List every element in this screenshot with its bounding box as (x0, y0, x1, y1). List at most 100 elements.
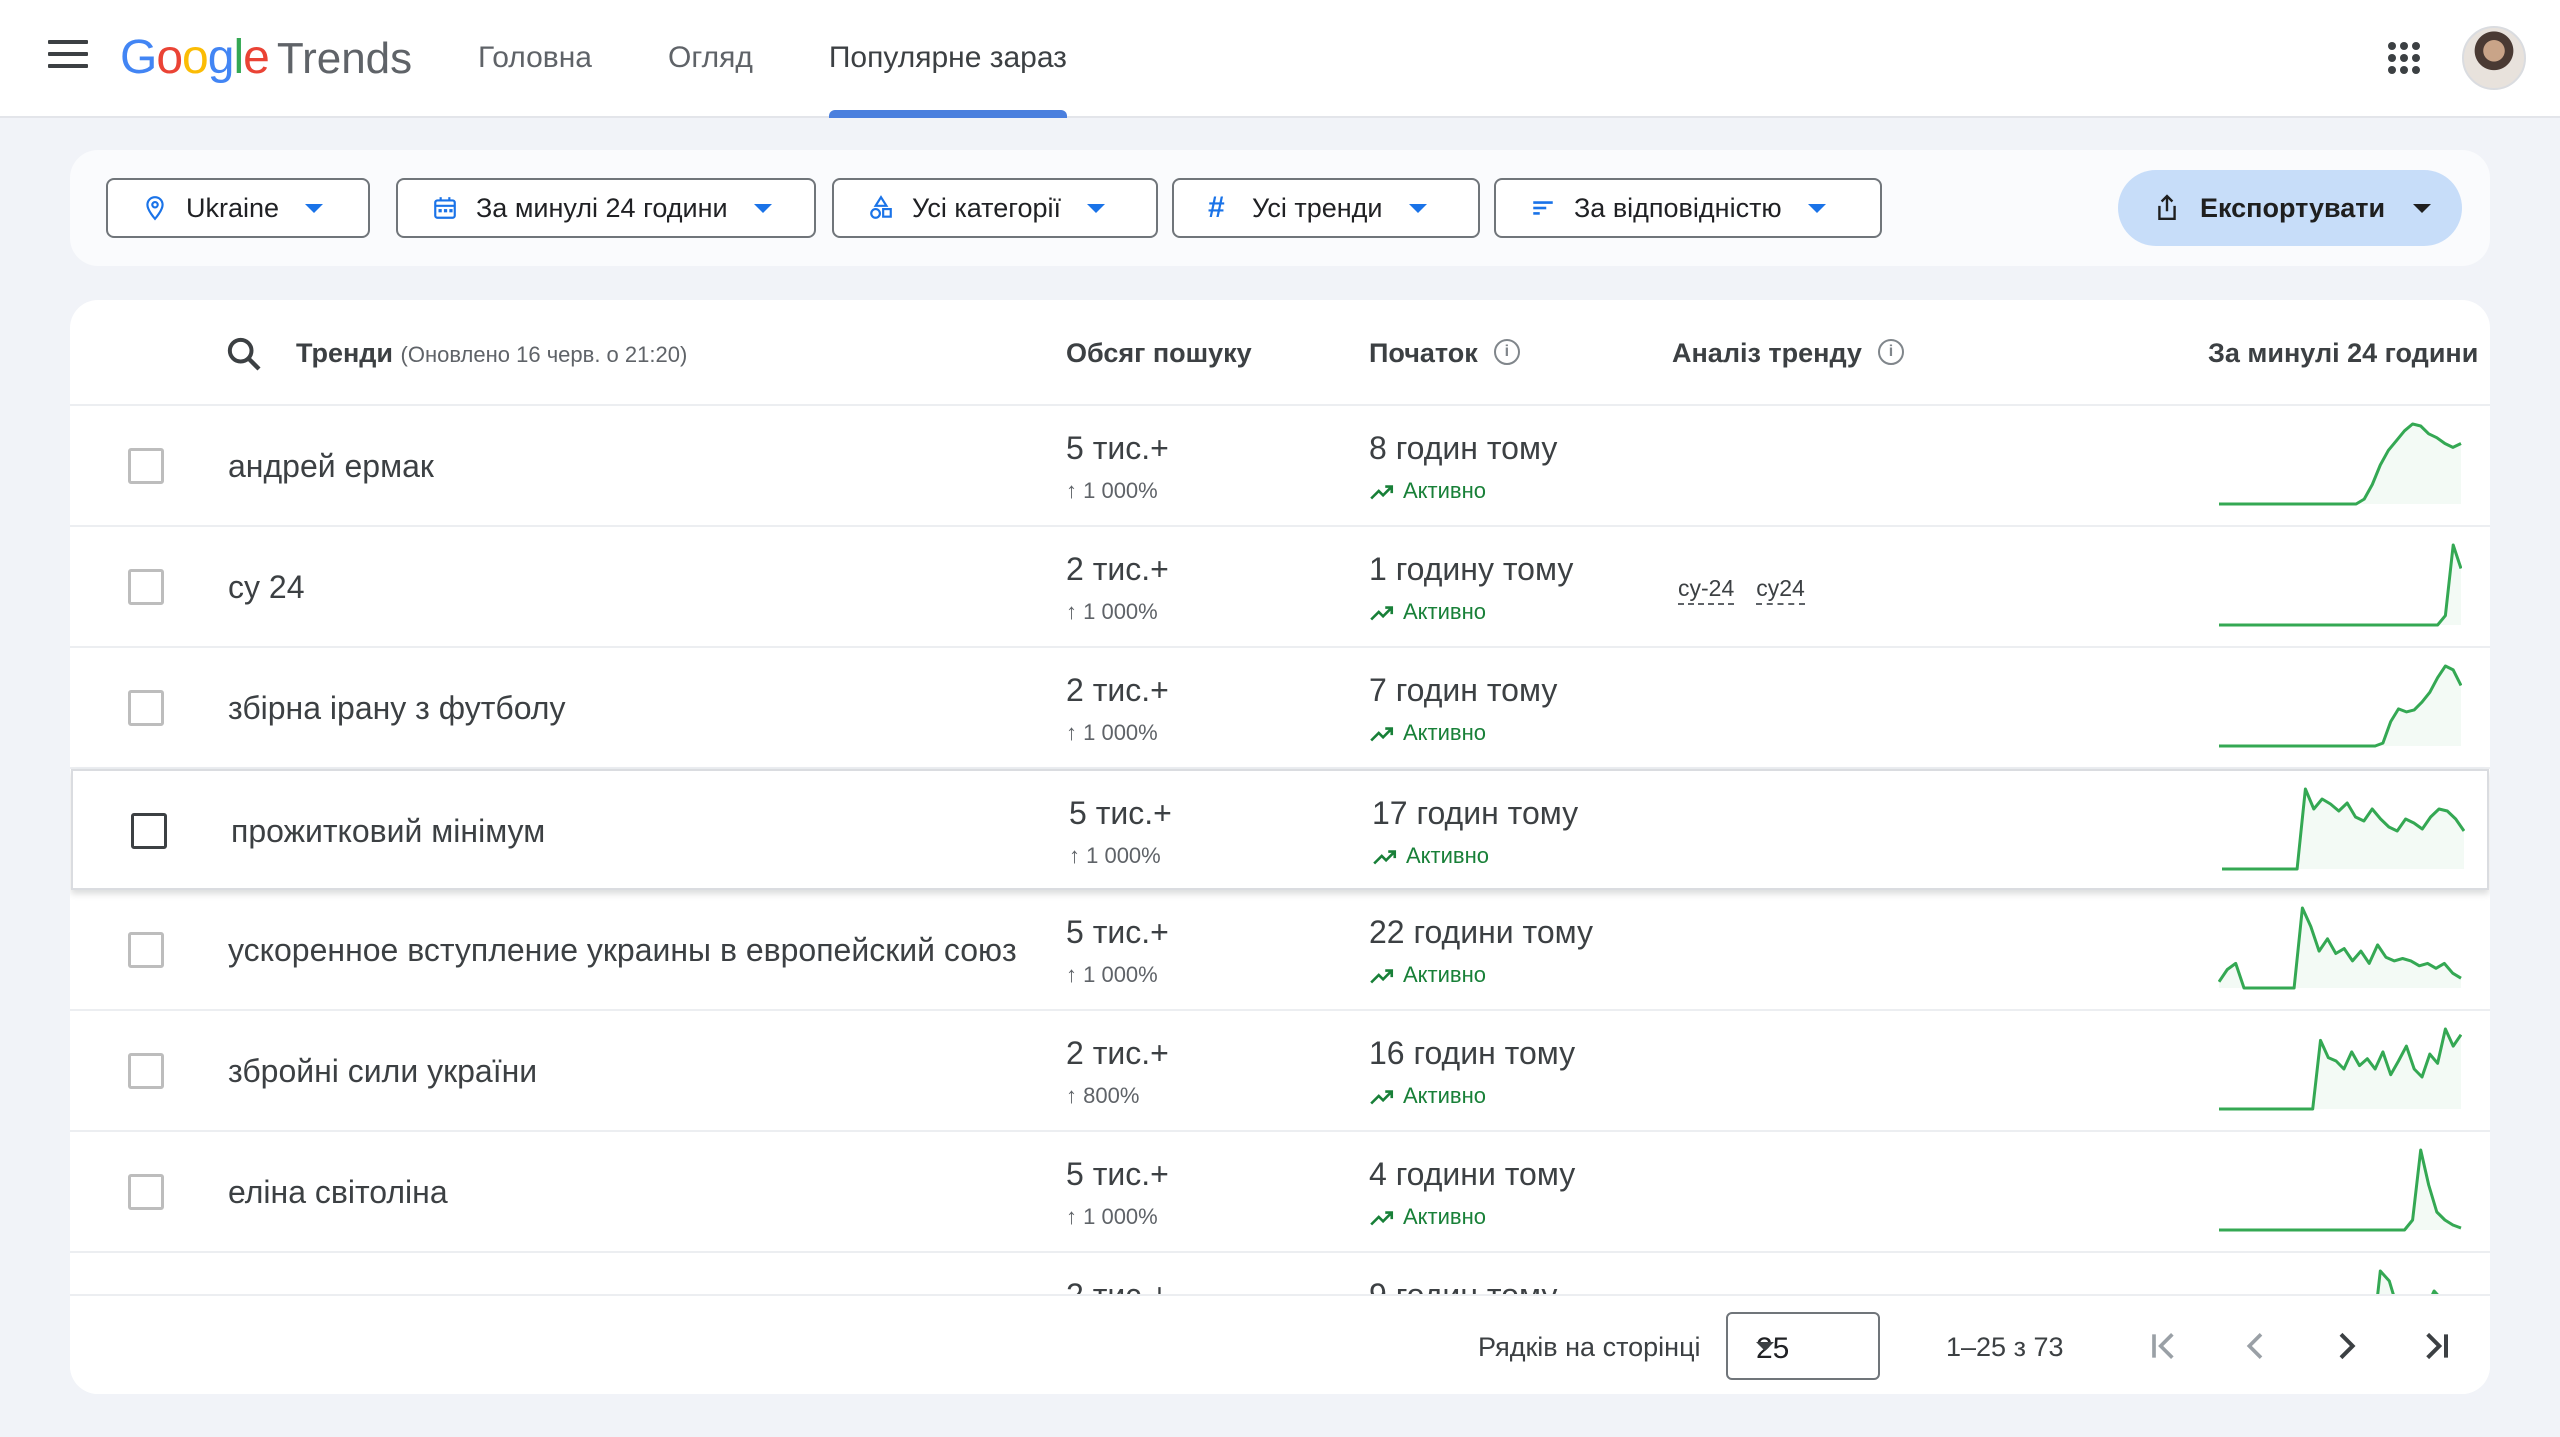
sort-filter-button[interactable]: За відповідністю (1494, 178, 1882, 238)
breakdown-chip[interactable]: су-24 (1678, 575, 1735, 605)
info-icon[interactable]: i (1493, 338, 1520, 365)
chevron-down-icon (2413, 203, 2432, 213)
first-page-icon[interactable] (2144, 1326, 2184, 1366)
chevron-down-icon (1807, 203, 1826, 213)
volume-change: ↑ 1 000% (1066, 962, 1158, 987)
sort-icon (1530, 194, 1556, 222)
rows-per-page-select[interactable]: 25 (1726, 1312, 1880, 1380)
started-time: 16 годин тому (1369, 1035, 1576, 1071)
status-label: Активно (1403, 1204, 1486, 1229)
sparkline-area (2219, 545, 2461, 625)
started-time: 9 годин тому (1369, 1277, 1557, 1294)
nav-tab[interactable]: Головна (440, 0, 630, 118)
chevron-down-icon (1756, 1342, 1774, 1351)
next-page-icon[interactable] (2326, 1326, 2366, 1366)
pagination-bar: Рядків на сторінці 25 1–25 з 73 (70, 1294, 2490, 1394)
trend-sparkline (2219, 1027, 2462, 1111)
google-trends-logo[interactable]: Google Trends (120, 26, 412, 90)
volume-change: ↑ 1 000% (1066, 478, 1158, 503)
time-range-filter-button[interactable]: За минулі 24 години (396, 178, 816, 238)
sparkline-area (2222, 789, 2464, 869)
export-button-label: Експортувати (2200, 192, 2386, 223)
hamburger-menu-icon[interactable] (48, 40, 88, 76)
chevron-down-icon (305, 203, 324, 213)
row-checkbox[interactable] (128, 932, 164, 968)
row-checkbox[interactable] (131, 813, 167, 849)
breakdown-chip[interactable]: су24 (1756, 575, 1805, 605)
status-badge: Активно (1369, 478, 1486, 504)
column-header-sparkline: За минулі 24 години (2208, 338, 2479, 368)
share-export-icon (2154, 193, 2180, 223)
export-button[interactable]: Експортувати (2118, 170, 2462, 246)
table-row[interactable]: еліна світоліна 5 тис.+ ↑ 1 000% 4 години т… (70, 1132, 2490, 1253)
sparkline-area (2377, 1271, 2437, 1294)
category-filter-label: Усі категорії (912, 192, 1062, 223)
row-checkbox[interactable] (128, 1053, 164, 1089)
nav-tab[interactable]: Популярне зараз (791, 0, 1105, 118)
volume-change: ↑ 1 000% (1066, 720, 1158, 745)
volume-change: ↑ 1 000% (1069, 843, 1161, 868)
trend-sparkline (2219, 422, 2462, 506)
trend-title[interactable]: прожитковий мінімум (231, 813, 545, 850)
row-checkbox[interactable] (128, 569, 164, 605)
started-time: 1 годину тому (1369, 551, 1574, 587)
started-time: 22 години тому (1369, 914, 1593, 950)
table-row[interactable]: збірна ірану з футболу 2 тис.+ ↑ 1 000% 7 г… (70, 648, 2490, 769)
trending-up-icon (1370, 1211, 1394, 1226)
previous-page-icon[interactable] (2236, 1326, 2276, 1366)
sparkline-line (2376, 1269, 2439, 1294)
table-row[interactable]: андрей ермак 5 тис.+ ↑ 1 000% 8 годин тому А… (70, 406, 2490, 527)
trend-title[interactable]: андрей ермак (228, 448, 434, 485)
location-filter-button[interactable]: Ukraine (106, 178, 370, 238)
last-page-icon[interactable] (2416, 1326, 2456, 1366)
status-badge: Активно (1369, 1083, 1486, 1109)
search-volume: 5 тис.+ (1069, 795, 1172, 831)
category-shapes-icon (868, 194, 894, 222)
trend-title[interactable]: еліна світоліна (228, 1174, 448, 1211)
table-row[interactable]: су 24 2 тис.+ ↑ 1 000% 1 годину тому Активно… (70, 527, 2490, 648)
nav-tab[interactable]: Огляд (630, 0, 791, 118)
row-checkbox[interactable] (128, 690, 164, 726)
table-header: Тренди (Оновлено 16 черв. о 21:20) Обсяг… (70, 300, 2490, 406)
trend-breakdown-chips: су-24 су24 (1678, 575, 1805, 605)
trend-type-filter-button[interactable]: # Усі тренди (1172, 178, 1480, 238)
trend-sparkline (2219, 1148, 2462, 1232)
table-row[interactable]: прожитковий мінімум 5 тис.+ ↑ 1 000% 17 год… (71, 769, 2489, 890)
row-checkbox[interactable] (128, 448, 164, 484)
trending-up-icon (1370, 606, 1394, 621)
chevron-down-icon (1408, 203, 1427, 213)
google-apps-icon[interactable] (2388, 42, 2420, 74)
location-pin-icon (142, 194, 168, 222)
updated-timestamp: (Оновлено 16 черв. о 21:20) (400, 342, 688, 367)
column-header-started[interactable]: Початок i (1369, 338, 1520, 369)
trend-title[interactable]: су 24 (228, 569, 304, 606)
sort-filter-label: За відповідністю (1574, 192, 1782, 223)
rows-per-page-label: Рядків на сторінці (1478, 1332, 1701, 1362)
trend-title[interactable]: збройні сили україни (228, 1053, 537, 1090)
row-checkbox[interactable] (128, 1174, 164, 1210)
sparkline-area (2219, 666, 2461, 746)
table-row[interactable]: ускоренное вступление украины в европейс… (70, 890, 2490, 1011)
trend-title[interactable]: збірна ірану з футболу (228, 690, 565, 727)
table-row[interactable]: 2 тис.+ 9 годин тому (70, 1253, 2490, 1294)
time-range-filter-label: За минулі 24 години (476, 192, 728, 223)
started-time: 7 годин тому (1369, 672, 1558, 708)
status-badge: Активно (1369, 1204, 1486, 1230)
trends-table-card: Тренди (Оновлено 16 черв. о 21:20) Обсяг… (70, 300, 2490, 1394)
started-time: 4 години тому (1369, 1156, 1576, 1192)
sparkline-area (2219, 424, 2461, 504)
info-icon[interactable]: i (1877, 338, 1904, 365)
search-volume: 2 тис.+ (1066, 551, 1169, 587)
account-avatar[interactable] (2462, 26, 2526, 90)
search-icon[interactable] (224, 334, 264, 374)
status-label: Активно (1403, 478, 1486, 503)
trend-title[interactable]: ускоренное вступление украины в европейс… (228, 932, 1017, 969)
category-filter-button[interactable]: Усі категорії (832, 178, 1158, 238)
top-app-bar: Google Trends Головна Огляд Популярне зараз (0, 0, 2560, 118)
table-row[interactable]: збройні сили україни 2 тис.+ ↑ 800% 16 годи… (70, 1011, 2490, 1132)
calendar-icon (432, 194, 458, 222)
column-header-volume[interactable]: Обсяг пошуку (1066, 338, 1252, 369)
logo-google-text: Google (120, 31, 270, 84)
trends-header-label: Тренди (296, 338, 394, 368)
trend-sparkline (2218, 906, 2462, 990)
